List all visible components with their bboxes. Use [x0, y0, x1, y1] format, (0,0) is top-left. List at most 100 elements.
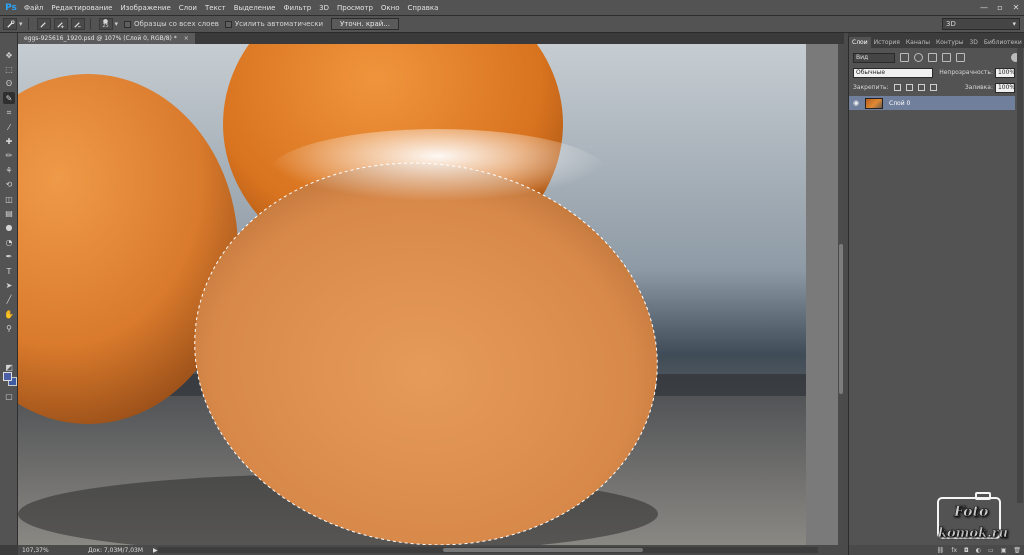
- fx-icon[interactable]: fx: [951, 547, 957, 554]
- photoshop-logo: Ps: [5, 2, 17, 13]
- hand-tool-icon[interactable]: ✋: [3, 308, 15, 320]
- close-tab-icon[interactable]: ×: [184, 35, 189, 42]
- brush-size-picker[interactable]: ● 25: [98, 18, 113, 30]
- clone-stamp-tool-icon[interactable]: ⚘: [3, 164, 15, 176]
- eye-icon[interactable]: ◉: [849, 99, 863, 107]
- workspace-select[interactable]: 3D: [942, 18, 1020, 30]
- dodge-tool-icon[interactable]: ◔: [3, 236, 15, 248]
- pen-tool-icon[interactable]: ✒: [3, 251, 15, 263]
- close-icon[interactable]: ✕: [1008, 0, 1024, 16]
- menu-edit[interactable]: Редактирование: [47, 0, 116, 16]
- minimize-icon[interactable]: —: [976, 0, 992, 16]
- layer-row[interactable]: ◉ Слой 0: [849, 96, 1015, 110]
- menu-view[interactable]: Просмотр: [333, 0, 377, 16]
- tab-3d[interactable]: 3D: [966, 37, 980, 48]
- panel-scrollbar[interactable]: [1017, 48, 1023, 503]
- blur-tool-icon[interactable]: ●: [3, 222, 15, 234]
- document-tab-bar: eggs-925616_1920.psd @ 107% (Слой 0, RGB…: [18, 33, 844, 44]
- layer-name[interactable]: Слой 0: [889, 100, 910, 107]
- new-selection-icon: [40, 21, 46, 28]
- path-selection-tool-icon[interactable]: ➤: [3, 279, 15, 291]
- zoom-level[interactable]: 107,37%: [18, 547, 49, 554]
- menu-file[interactable]: Файл: [20, 0, 47, 16]
- menu-type[interactable]: Текст: [201, 0, 230, 16]
- brush-tool-icon[interactable]: ✏: [3, 150, 15, 162]
- layer-filter-select[interactable]: Вид: [853, 52, 895, 63]
- smart-object-filter-icon[interactable]: [956, 53, 965, 62]
- chevron-down-icon[interactable]: ▾: [115, 20, 119, 28]
- fill-input[interactable]: 100%: [994, 82, 1015, 93]
- crop-tool-icon[interactable]: ⌗: [3, 107, 15, 119]
- pixel-filter-icon[interactable]: [900, 53, 909, 62]
- move-tool-icon[interactable]: ✥: [3, 49, 15, 61]
- mask-icon[interactable]: ◘: [964, 547, 969, 554]
- menu-bar: Ps Файл Редактирование Изображение Слои …: [0, 0, 1024, 16]
- status-menu-icon[interactable]: ▶: [153, 547, 158, 554]
- menu-3d[interactable]: 3D: [315, 0, 333, 16]
- refine-edge-button[interactable]: Уточн. край...: [331, 18, 400, 30]
- new-layer-icon[interactable]: ▣: [1001, 547, 1007, 554]
- svg-text:Foto: Foto: [953, 504, 988, 520]
- checkbox-box[interactable]: [224, 20, 232, 28]
- eggs-photo[interactable]: [18, 44, 806, 545]
- eraser-tool-icon[interactable]: ◫: [3, 193, 15, 205]
- screen-mode-icon[interactable]: ▢: [3, 390, 15, 402]
- tab-layers[interactable]: Слои: [849, 37, 871, 48]
- divider: [27, 18, 29, 30]
- lock-image-icon[interactable]: [905, 84, 913, 91]
- tool-preset-picker[interactable]: [3, 18, 17, 30]
- menu-window[interactable]: Окно: [377, 0, 404, 16]
- shape-filter-icon[interactable]: [942, 53, 951, 62]
- menu-filter[interactable]: Фильтр: [279, 0, 315, 16]
- lock-all-icon[interactable]: [929, 84, 937, 91]
- zoom-tool-icon[interactable]: ⚲: [3, 323, 15, 335]
- line-tool-icon[interactable]: ╱: [3, 294, 15, 306]
- blend-mode-select[interactable]: Обычные: [853, 67, 934, 78]
- horizontal-scrollbar[interactable]: [158, 547, 818, 553]
- lock-transparent-icon[interactable]: [893, 84, 901, 91]
- tab-libraries[interactable]: Библиотеки: [981, 37, 1024, 48]
- subtract-selection-icon: [74, 21, 81, 28]
- blend-opacity-row: Обычные Непрозрачность: 100% ▾: [849, 65, 1024, 80]
- menu-image[interactable]: Изображение: [116, 0, 174, 16]
- type-tool-icon[interactable]: T: [3, 265, 15, 277]
- sample-all-layers-label: Образцы со всех слоев: [134, 20, 219, 28]
- gradient-tool-icon[interactable]: ▤: [3, 207, 15, 219]
- scroll-thumb[interactable]: [443, 548, 643, 552]
- foreground-color-swatch[interactable]: [3, 372, 12, 381]
- document-tab[interactable]: eggs-925616_1920.psd @ 107% (Слой 0, RGB…: [18, 33, 195, 44]
- canvas-area[interactable]: [18, 44, 844, 545]
- quick-selection-tool-icon[interactable]: ✎: [3, 92, 15, 105]
- tab-history[interactable]: История: [871, 37, 903, 48]
- tab-paths[interactable]: Контуры: [933, 37, 966, 48]
- type-filter-icon[interactable]: [928, 53, 937, 62]
- chevron-down-icon[interactable]: ▾: [19, 20, 23, 28]
- tab-channels[interactable]: Каналы: [903, 37, 933, 48]
- add-to-selection-button[interactable]: [53, 18, 68, 30]
- checkbox-box[interactable]: [124, 20, 132, 28]
- lasso-tool-icon[interactable]: ʘ: [3, 78, 15, 90]
- link-icon[interactable]: ⛓: [937, 547, 945, 554]
- healing-brush-tool-icon[interactable]: ✚: [3, 135, 15, 147]
- adjustment-icon[interactable]: ◐: [976, 547, 981, 554]
- document-info: Док: 7,03M/7,03M: [88, 546, 144, 554]
- subtract-from-selection-button[interactable]: [70, 18, 85, 30]
- marquee-tool-icon[interactable]: ⬚: [3, 63, 15, 75]
- new-selection-mode-button[interactable]: [36, 18, 51, 30]
- history-brush-tool-icon[interactable]: ⟲: [3, 179, 15, 191]
- opacity-input[interactable]: 100%: [994, 67, 1015, 78]
- folder-icon[interactable]: ▭: [988, 547, 994, 554]
- scroll-thumb[interactable]: [839, 244, 843, 394]
- menu-layers[interactable]: Слои: [175, 0, 201, 16]
- menu-help[interactable]: Справка: [404, 0, 443, 16]
- menu-select[interactable]: Выделение: [230, 0, 280, 16]
- eyedropper-tool-icon[interactable]: ⁄: [3, 121, 15, 133]
- maximize-icon[interactable]: ▫: [992, 0, 1008, 16]
- lock-position-icon[interactable]: [917, 84, 925, 91]
- adjustment-filter-icon[interactable]: [914, 53, 923, 62]
- watermark-logo: Foto komok.ru: [932, 490, 1018, 546]
- auto-enhance-checkbox[interactable]: Усилить автоматически: [224, 20, 323, 28]
- trash-icon[interactable]: 🗑: [1013, 547, 1021, 554]
- sample-all-layers-checkbox[interactable]: Образцы со всех слоев: [124, 20, 219, 28]
- window-controls: — ▫ ✕: [976, 0, 1024, 16]
